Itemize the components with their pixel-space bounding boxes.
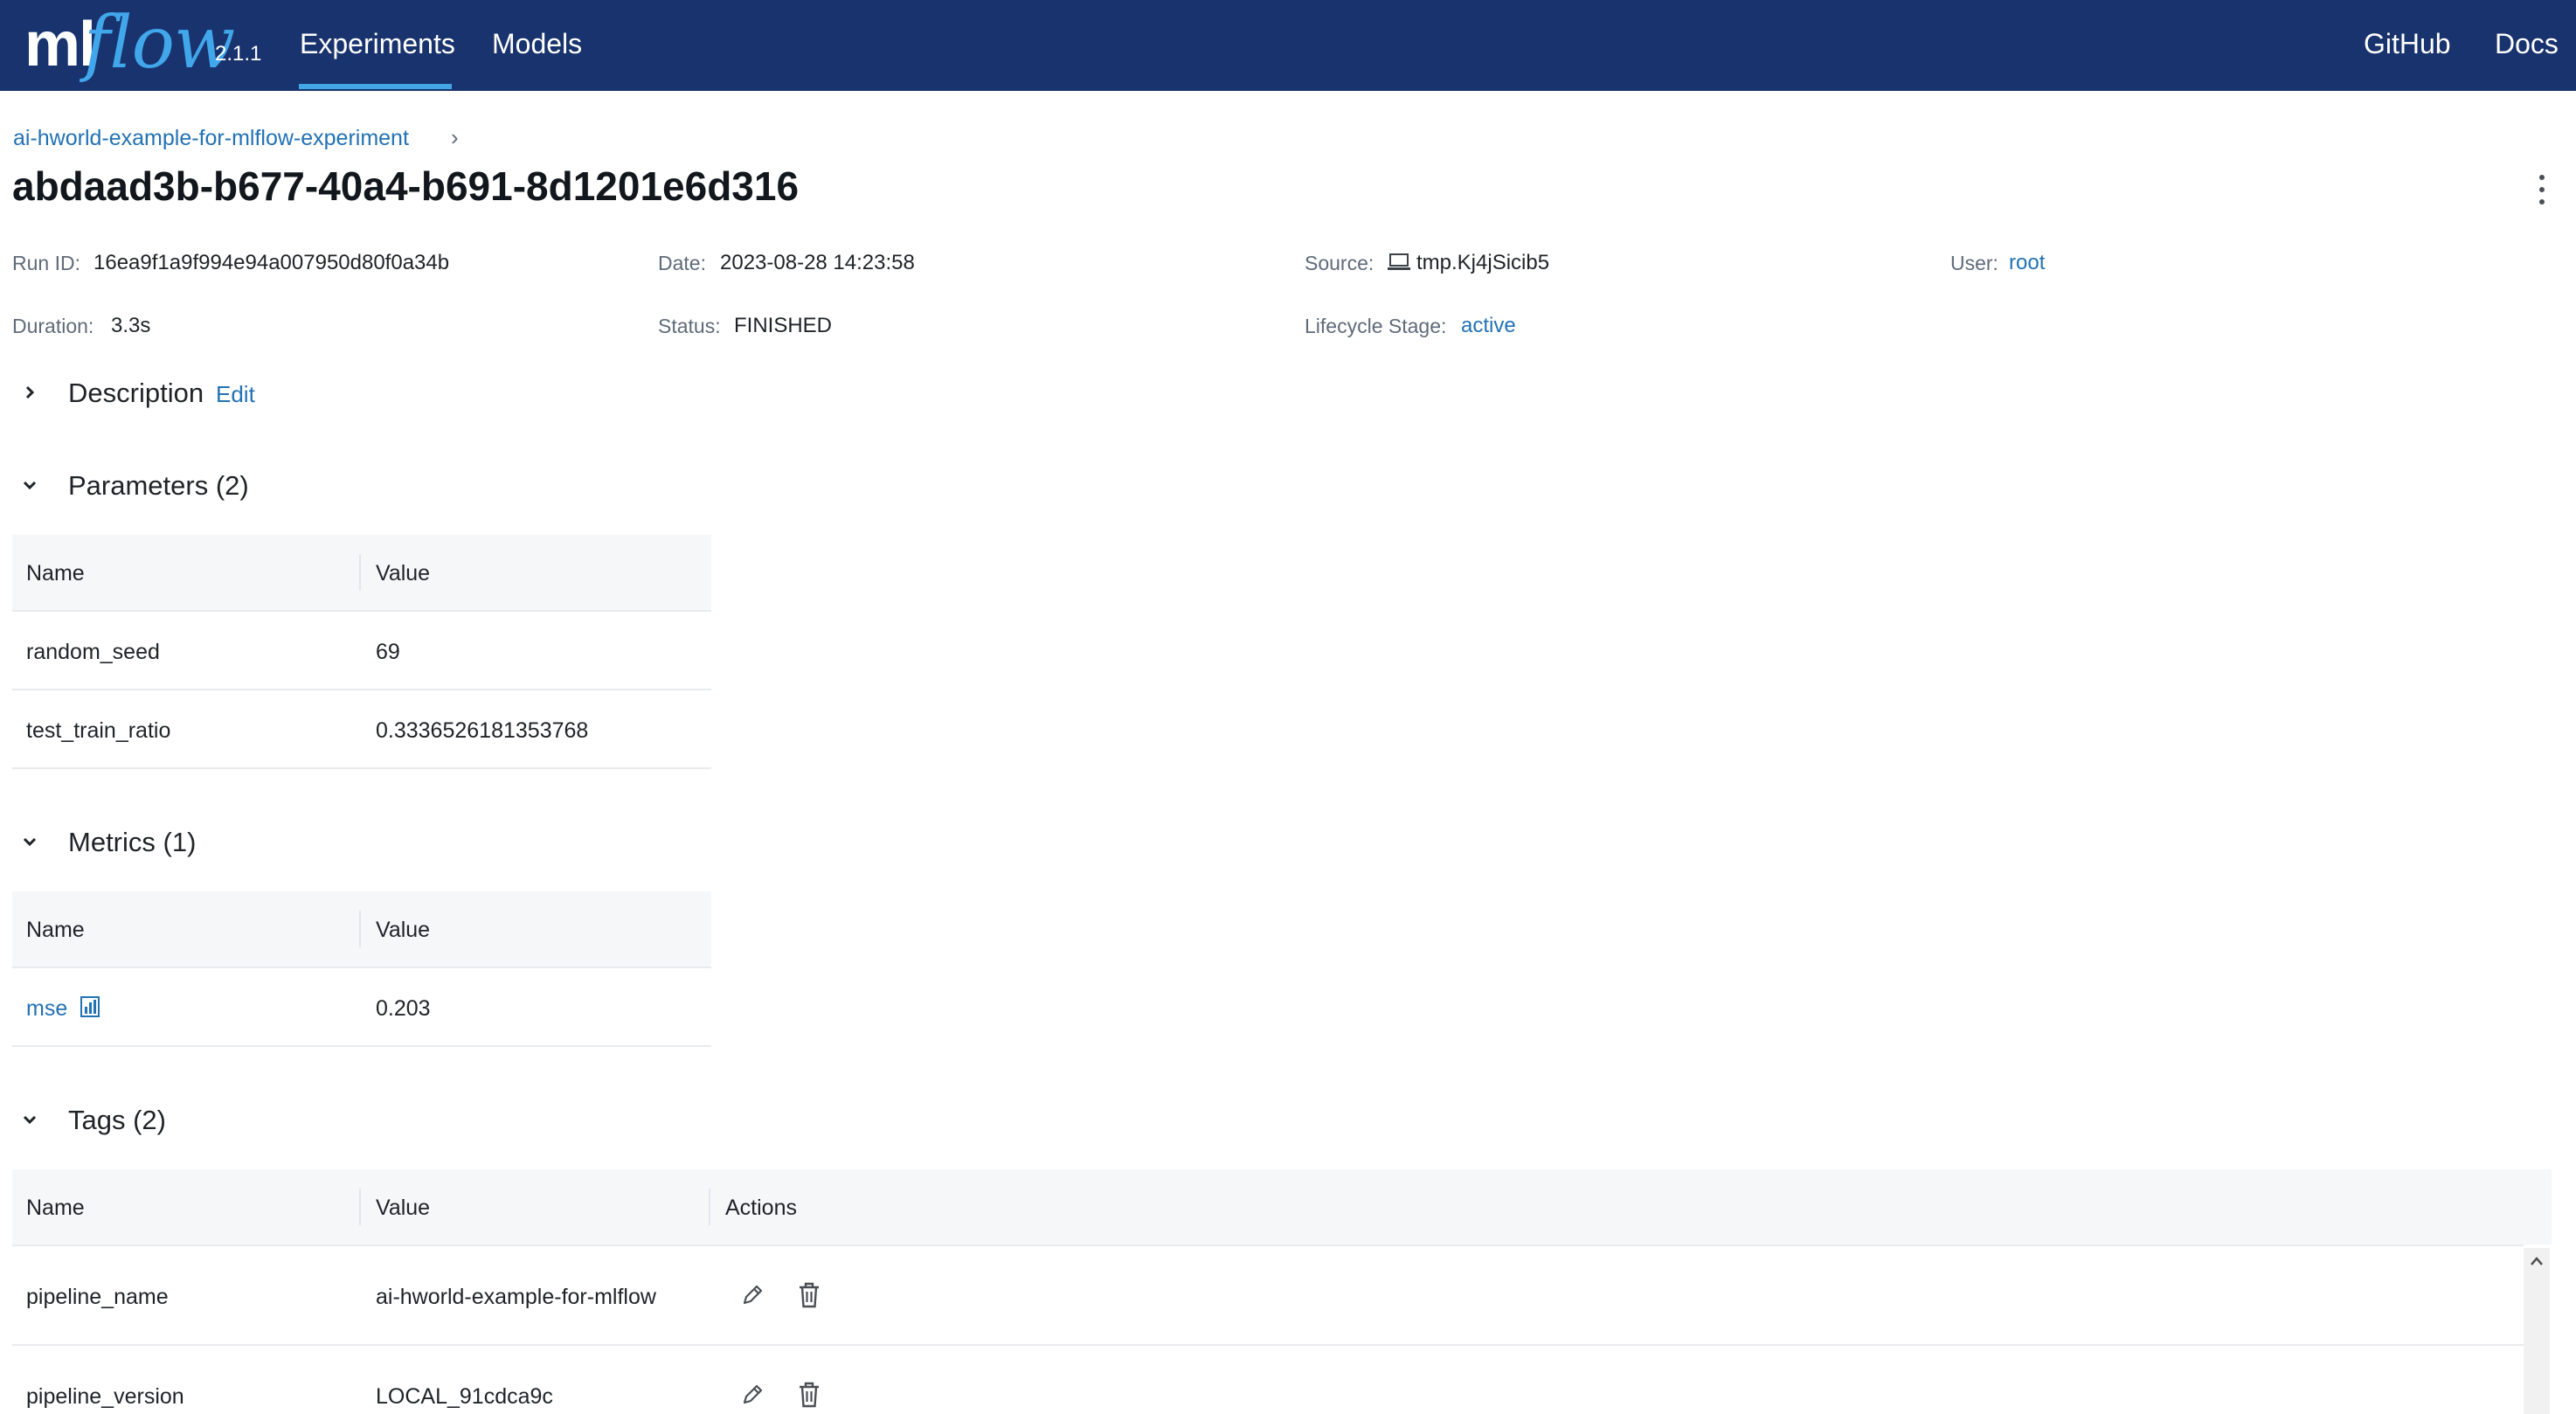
row-divider bbox=[12, 1045, 711, 1047]
mlflow-version: 2.1.1 bbox=[215, 42, 262, 66]
row-divider bbox=[12, 1344, 2524, 1346]
chart-icon[interactable] bbox=[80, 996, 100, 1017]
user-label: User: bbox=[1950, 252, 1998, 274]
header-actions: Actions bbox=[725, 1196, 797, 1220]
metrics-table: Name Value mse 0.203 bbox=[12, 891, 711, 1049]
status-value: FINISHED bbox=[734, 314, 833, 337]
tags-title[interactable]: Tags (2) bbox=[68, 1105, 166, 1136]
metric-value: 0.203 bbox=[376, 996, 431, 1021]
lifecycle-label: Lifecycle Stage: bbox=[1305, 315, 1447, 337]
source-value[interactable]: tmp.Kj4jSicib5 bbox=[1416, 251, 1549, 275]
column-separator[interactable] bbox=[359, 911, 361, 947]
breadcrumb-separator: › bbox=[451, 124, 459, 150]
param-value: 69 bbox=[376, 640, 400, 664]
lifecycle-link[interactable]: active bbox=[1461, 314, 1516, 338]
param-name: random_seed bbox=[26, 640, 160, 664]
header-name: Name bbox=[26, 561, 85, 586]
description-title[interactable]: Description bbox=[68, 378, 204, 409]
header-value: Value bbox=[376, 918, 431, 942]
top-navigation-bar: ml flow 2.1.1 Experiments Models GitHub … bbox=[0, 0, 2576, 91]
date-value: 2023-08-28 14:23:58 bbox=[720, 251, 915, 274]
chevron-down-icon[interactable] bbox=[15, 827, 45, 856]
page-title: abdaad3b-b677-40a4-b691-8d1201e6d316 bbox=[12, 163, 800, 209]
breadcrumb-experiment[interactable]: ai-hworld-example-for-mlflow-experiment bbox=[13, 126, 409, 151]
header-value: Value bbox=[376, 561, 431, 586]
nav-models[interactable]: Models bbox=[492, 28, 582, 60]
row-divider bbox=[12, 610, 711, 612]
tag-value: ai-hworld-example-for-mlflow bbox=[376, 1285, 656, 1309]
param-name: test_train_ratio bbox=[26, 718, 171, 743]
column-separator[interactable] bbox=[709, 1189, 710, 1225]
row-divider bbox=[12, 689, 711, 690]
pencil-icon[interactable] bbox=[739, 1282, 765, 1308]
kebab-menu-icon[interactable] bbox=[2531, 175, 2553, 204]
nav-experiments[interactable]: Experiments bbox=[300, 28, 455, 60]
run-id-label: Run ID: bbox=[12, 252, 80, 274]
chevron-down-icon[interactable] bbox=[15, 1105, 45, 1134]
pencil-icon[interactable] bbox=[739, 1382, 765, 1408]
nav-github[interactable]: GitHub bbox=[2364, 28, 2451, 60]
chevron-down-icon[interactable] bbox=[15, 470, 45, 500]
param-value: 0.3336526181353768 bbox=[376, 718, 589, 743]
computer-icon bbox=[1388, 253, 1410, 270]
row-divider bbox=[12, 767, 711, 769]
parameters-table: Name Value random_seed 69 test_train_rat… bbox=[12, 535, 711, 769]
date-label: Date: bbox=[658, 252, 706, 274]
run-id-value: 16ea9f1a9f994e94a007950d80f0a34b bbox=[93, 251, 450, 274]
column-separator[interactable] bbox=[359, 554, 361, 591]
parameters-table-header bbox=[12, 535, 711, 610]
nav-docs[interactable]: Docs bbox=[2495, 28, 2559, 60]
header-name: Name bbox=[26, 918, 85, 942]
tag-name: pipeline_name bbox=[26, 1285, 169, 1309]
duration-value: 3.3s bbox=[111, 314, 151, 337]
status-label: Status: bbox=[658, 315, 721, 337]
header-name: Name bbox=[26, 1196, 85, 1220]
mlflow-logo-flow[interactable]: flow bbox=[84, 2, 235, 85]
chevron-right-icon[interactable] bbox=[15, 378, 45, 407]
row-divider bbox=[12, 1244, 2524, 1246]
tag-name: pipeline_version bbox=[26, 1384, 184, 1409]
source-label: Source: bbox=[1305, 252, 1375, 274]
row-divider bbox=[12, 967, 711, 968]
metrics-table-header bbox=[12, 891, 711, 967]
metrics-title[interactable]: Metrics (1) bbox=[68, 827, 196, 858]
tags-table: Name Value Actions pipeline_name ai-hwor… bbox=[12, 1169, 2552, 1414]
duration-label: Duration: bbox=[12, 315, 94, 337]
tag-value: LOCAL_91cdca9c bbox=[376, 1384, 553, 1409]
trash-icon[interactable] bbox=[797, 1381, 821, 1409]
trash-icon[interactable] bbox=[797, 1281, 821, 1309]
header-value: Value bbox=[376, 1196, 431, 1220]
scroll-up-arrow-icon[interactable] bbox=[2524, 1248, 2550, 1274]
parameters-title[interactable]: Parameters (2) bbox=[68, 470, 249, 502]
user-link[interactable]: root bbox=[2009, 251, 2045, 275]
column-separator[interactable] bbox=[359, 1189, 361, 1225]
description-edit-link[interactable]: Edit bbox=[216, 381, 255, 408]
nav-active-indicator bbox=[299, 84, 452, 89]
metric-name-link[interactable]: mse bbox=[26, 996, 67, 1022]
